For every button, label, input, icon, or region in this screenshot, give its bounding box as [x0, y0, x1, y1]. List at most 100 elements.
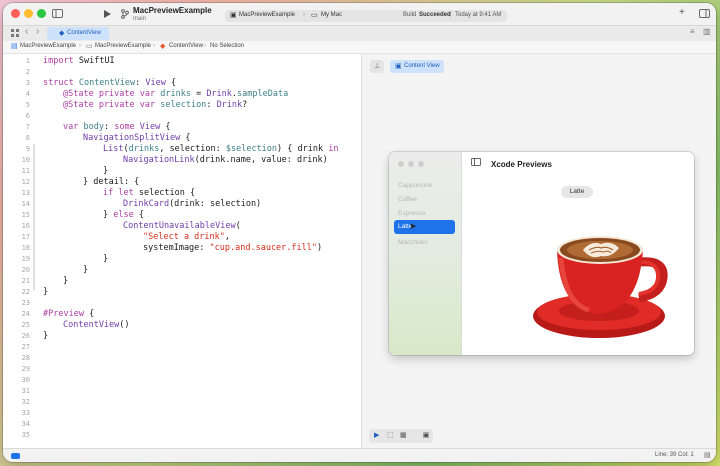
preview-app-window: Cappuccino Coffee Espresso Latte ➤ Macch… [389, 152, 694, 355]
code-line: "Select a drink", [143, 232, 231, 242]
line-number: 3 [25, 79, 30, 87]
line-number: 12 [21, 178, 30, 186]
grid-icon[interactable] [11, 29, 19, 37]
activity-view: ▣ MacPreviewExample › ▭ My Mac Build Suc… [225, 10, 507, 22]
preview-close-dot [398, 161, 404, 167]
minimize-window-button[interactable] [24, 9, 33, 18]
line-number: 20 [21, 266, 30, 274]
line-number: 27 [21, 343, 30, 351]
live-preview-icon[interactable]: ▶ [374, 431, 379, 439]
detail-name-label: Latte [569, 188, 585, 195]
preview-selector-chip[interactable]: ▣ Content View [390, 60, 444, 73]
preview-list-item-macchiato[interactable]: Macchiato [398, 239, 428, 246]
preview-list-item-cappuccino[interactable]: Cappuccino [398, 182, 432, 189]
preview-canvas[interactable]: ⊥ ▣ Content View Cappuccino Coffee Espre… [362, 54, 716, 448]
folder-icon: ▭ [86, 43, 93, 50]
add-icon[interactable]: + [679, 7, 685, 18]
editor-options-icon[interactable]: ≡ [690, 27, 695, 36]
build-status-prefix: Build [403, 12, 417, 18]
swift-file-icon: ◆ [160, 43, 166, 50]
line-number: 31 [21, 387, 30, 395]
line-number: 18 [21, 244, 30, 252]
chevron-right-icon: › [79, 43, 81, 49]
code-line: } [83, 265, 89, 275]
line-number: 34 [21, 420, 30, 428]
crumb-project[interactable]: MacPreviewExample [20, 43, 76, 49]
line-number: 33 [21, 409, 30, 417]
tab-label: ContentView [67, 30, 101, 36]
line-number: 5 [25, 101, 30, 109]
swift-file-icon: ◆ [59, 30, 65, 37]
line-number: 19 [21, 255, 30, 263]
line-number: 25 [21, 321, 30, 329]
project-icon: ▤ [11, 43, 18, 50]
line-number: 23 [21, 299, 30, 307]
line-number: 2 [25, 68, 30, 76]
pin-icon: ⊥ [373, 63, 381, 70]
preview-list-item-coffee[interactable]: Coffee [398, 196, 417, 203]
code-line: } [43, 331, 49, 341]
play-icon[interactable] [104, 10, 111, 18]
project-name: MacPreviewExample [133, 6, 212, 15]
chevron-right-icon: › [153, 43, 155, 49]
forward-icon[interactable]: › [36, 26, 39, 37]
destination-selector[interactable]: My Mac [321, 12, 342, 18]
crumb-file[interactable]: ContentView [169, 43, 203, 49]
zoom-window-button[interactable] [37, 9, 46, 18]
line-number: 6 [25, 112, 30, 120]
preview-chip-label: Content View [404, 63, 440, 69]
build-status-result: Succeeded [419, 12, 451, 18]
variants-icon[interactable]: ▦ [400, 431, 407, 439]
device-settings-icon: ▣ [422, 432, 430, 439]
code-line: @State private var drinks = Drink.sample… [63, 89, 289, 99]
preview-zoom-dot [418, 161, 424, 167]
line-number: 28 [21, 354, 30, 362]
crumb-selection[interactable]: No Selection [210, 43, 244, 49]
code-fold-ribbon[interactable] [33, 144, 35, 290]
preview-list-item-espresso[interactable]: Espresso [398, 210, 425, 217]
pin-preview-button[interactable]: ⊥ [370, 60, 384, 73]
branch-icon [121, 9, 129, 19]
preview-list-item-latte[interactable]: Latte ➤ [394, 220, 455, 234]
latte-cup-image [533, 236, 668, 338]
inspector-toggle-icon[interactable] [699, 9, 710, 18]
line-number: 9 [25, 145, 30, 153]
split-editor-icon[interactable]: ▥ [703, 27, 711, 36]
code-line: NavigationLink(drink.name, value: drink) [123, 155, 328, 165]
bottom-panel-icon[interactable]: ▤ [704, 451, 711, 459]
device-settings-button[interactable]: ▣ [419, 429, 433, 443]
crumb-folder[interactable]: MacPreviewExample [95, 43, 151, 49]
mac-icon: ▭ [311, 12, 318, 19]
sidebar-toggle-icon[interactable] [52, 9, 63, 18]
code-line: List(drinks, selection: $selection) { dr… [103, 144, 339, 154]
chevron-right-icon: › [303, 12, 305, 18]
back-icon[interactable]: ‹ [25, 26, 28, 37]
line-number: 8 [25, 134, 30, 142]
status-bar: Line: 39 Col: 1 ▤ [3, 448, 716, 462]
xcode-window: MacPreviewExample main ▣ MacPreviewExamp… [3, 3, 716, 462]
code-line: } [103, 166, 109, 176]
sidebar-toggle-icon[interactable] [471, 158, 481, 166]
line-number: 10 [21, 156, 30, 164]
preview-sidebar: Cappuccino Coffee Espresso Latte ➤ Macch… [389, 152, 462, 355]
line-number: 22 [21, 288, 30, 296]
line-number: 15 [21, 211, 30, 219]
tab-contentview[interactable]: ◆ ContentView [47, 27, 109, 40]
pointer-cursor-icon: ➤ [409, 221, 417, 231]
debug-area-toggle[interactable] [11, 453, 20, 459]
line-number: 29 [21, 365, 30, 373]
close-window-button[interactable] [11, 9, 20, 18]
code-line: } [103, 254, 109, 264]
line-number: 24 [21, 310, 30, 318]
build-status-time: Today at 9:41 AM [455, 12, 502, 18]
code-line: } detail: { [83, 177, 140, 187]
line-number-gutter: 1 2 3 4 5 6 7 8 9 10 11 12 13 14 15 16 1… [3, 54, 35, 448]
scheme-selector[interactable]: MacPreviewExample [239, 12, 295, 18]
code-line: var body: some View { [63, 122, 171, 132]
line-number: 13 [21, 189, 30, 197]
preview-window-title: Xcode Previews [491, 160, 552, 169]
detail-name-chip: Latte [561, 186, 593, 198]
code-line: import SwiftUI [43, 56, 115, 66]
selectable-preview-icon[interactable]: ⬚ [387, 431, 394, 439]
source-editor[interactable]: 1 2 3 4 5 6 7 8 9 10 11 12 13 14 15 16 1… [3, 54, 362, 448]
